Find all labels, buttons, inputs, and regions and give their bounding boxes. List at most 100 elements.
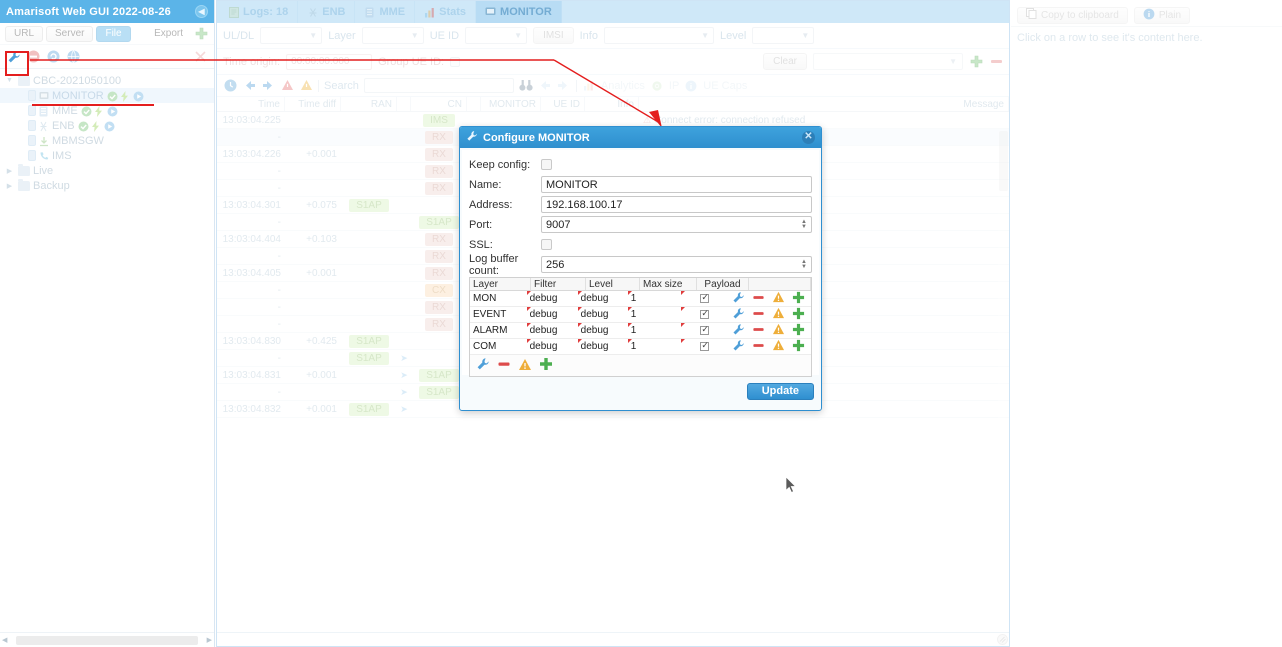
warning-icon[interactable] xyxy=(299,79,313,93)
grid-cell-layer[interactable]: ALARM xyxy=(470,323,527,338)
keep-config-checkbox[interactable] xyxy=(541,159,552,170)
update-button[interactable]: Update xyxy=(746,382,814,400)
chevron-left-icon[interactable]: ◀ xyxy=(195,5,208,18)
plus-icon[interactable] xyxy=(792,323,805,339)
minus-icon[interactable] xyxy=(497,357,511,374)
chart-icon[interactable] xyxy=(582,79,596,93)
grid-cell-filter[interactable]: debug xyxy=(526,323,578,338)
payload-checkbox[interactable] xyxy=(700,308,710,319)
minus-icon[interactable] xyxy=(26,49,41,64)
wrench-icon[interactable] xyxy=(6,49,21,64)
grid-cell-layer[interactable]: EVENT xyxy=(470,307,527,322)
grid-cell-maxsize[interactable]: 1 xyxy=(627,339,681,354)
grid-row[interactable]: COM debug debug 1 xyxy=(470,339,811,355)
time-origin-input[interactable]: 00:00:00.000 xyxy=(286,53,373,70)
tab-logs[interactable]: Logs: 18 xyxy=(219,1,299,23)
plain-button[interactable]: Plain xyxy=(1133,6,1191,24)
minus-icon[interactable] xyxy=(752,307,765,323)
refresh-icon[interactable] xyxy=(46,49,61,64)
address-input[interactable]: 192.168.100.17 xyxy=(541,196,812,213)
minus-icon[interactable] xyxy=(752,339,765,355)
log-buffer-count-input[interactable]: 256 ▲ ▼ xyxy=(541,256,812,273)
plus-icon[interactable] xyxy=(969,55,983,69)
payload-checkbox[interactable] xyxy=(700,340,710,351)
ssl-checkbox[interactable] xyxy=(541,239,552,250)
error-icon[interactable] xyxy=(280,79,294,93)
globe-icon[interactable] xyxy=(66,49,81,64)
grid-cell-payload[interactable] xyxy=(680,307,729,322)
info-icon[interactable] xyxy=(684,79,698,93)
minus-icon[interactable] xyxy=(752,291,765,307)
binoculars-icon[interactable] xyxy=(519,79,533,93)
scroll-left-arrow-icon[interactable]: ◀ xyxy=(2,636,7,644)
col-time[interactable]: Time xyxy=(217,97,285,111)
col-message[interactable]: Message xyxy=(639,97,1009,111)
dialog-title-bar[interactable]: Configure MONITOR ✕ xyxy=(460,127,821,148)
tree-item-backup[interactable]: ▶ Backup xyxy=(0,178,214,193)
wrench-icon[interactable] xyxy=(732,323,745,339)
chevron-right-icon[interactable]: ▶ xyxy=(4,167,15,175)
port-input[interactable]: 9007 ▲ ▼ xyxy=(541,216,812,233)
col-ueid[interactable]: UE ID xyxy=(541,97,585,111)
sidebar-horizontal-scrollbar[interactable]: ◀ ▶ xyxy=(0,632,214,647)
close-icon[interactable]: ✕ xyxy=(802,131,815,144)
warning-icon[interactable] xyxy=(518,358,532,374)
payload-checkbox[interactable] xyxy=(700,324,710,335)
imsi-button[interactable]: IMSI xyxy=(533,27,574,44)
tree-item-cbc[interactable]: ▼ CBC-2021050100 xyxy=(0,73,214,88)
plus-icon[interactable] xyxy=(792,291,805,307)
grid-cell-maxsize[interactable]: 1 xyxy=(627,307,681,322)
warning-icon[interactable] xyxy=(772,339,785,354)
tree-item-monitor[interactable]: MONITOR xyxy=(0,88,214,103)
filter-select-level[interactable]: ▼ xyxy=(752,27,815,44)
minus-icon[interactable] xyxy=(989,55,1003,69)
grid-cell-level[interactable]: debug xyxy=(577,291,628,306)
plus-icon[interactable] xyxy=(792,307,805,323)
minus-icon[interactable] xyxy=(752,323,765,339)
scroll-thumb[interactable] xyxy=(999,131,1008,191)
search-input[interactable] xyxy=(363,78,514,93)
grid-cell-maxsize[interactable]: 1 xyxy=(627,291,681,306)
source-url-button[interactable]: URL xyxy=(5,25,44,42)
warning-icon[interactable] xyxy=(772,291,785,306)
tab-enb[interactable]: ENB xyxy=(298,1,356,23)
tree-item-mbmsgw[interactable]: MBMSGW xyxy=(0,133,214,148)
wrench-icon[interactable] xyxy=(476,357,490,374)
warning-icon[interactable] xyxy=(772,323,785,338)
gear-icon[interactable] xyxy=(650,79,664,93)
copy-to-clipboard-button[interactable]: Copy to clipboard xyxy=(1017,6,1128,24)
grid-cell-layer[interactable]: MON xyxy=(470,291,527,306)
payload-checkbox[interactable] xyxy=(700,292,710,303)
wrench-icon[interactable] xyxy=(732,291,745,307)
plus-icon[interactable] xyxy=(194,26,209,41)
grid-row[interactable]: EVENT debug debug 1 xyxy=(470,307,811,323)
close-icon[interactable] xyxy=(193,49,208,64)
group-ueid-checkbox[interactable] xyxy=(450,56,461,67)
wrench-icon[interactable] xyxy=(732,307,745,323)
grid-cell-payload[interactable] xyxy=(680,291,729,306)
arrow-right-icon[interactable] xyxy=(261,79,275,93)
port-spinner[interactable]: ▲ ▼ xyxy=(801,219,807,230)
profile-select[interactable]: ▼ xyxy=(813,53,963,70)
nav-next-icon[interactable] xyxy=(557,79,571,93)
tree-item-ims[interactable]: IMS xyxy=(0,148,214,163)
filter-select-uldl[interactable]: ▼ xyxy=(260,27,323,44)
grid-cell-payload[interactable] xyxy=(680,339,729,354)
grid-cell-filter[interactable]: debug xyxy=(526,291,578,306)
col-monitor[interactable]: MONITOR xyxy=(481,97,541,111)
grid-cell-level[interactable]: debug xyxy=(577,323,628,338)
warning-icon[interactable] xyxy=(772,307,785,322)
grid-row[interactable]: MON debug debug 1 xyxy=(470,291,811,307)
grid-cell-level[interactable]: debug xyxy=(577,339,628,354)
filter-select-info[interactable]: ▼ xyxy=(603,27,714,44)
nav-prev-icon[interactable] xyxy=(538,79,552,93)
spinner-down-icon[interactable]: ▼ xyxy=(801,264,807,270)
name-input[interactable]: MONITOR xyxy=(541,176,812,193)
analytics-label[interactable]: Analytics xyxy=(601,80,645,92)
tab-monitor[interactable]: MONITOR xyxy=(476,1,562,23)
log-buffer-spinner[interactable]: ▲ ▼ xyxy=(801,259,807,270)
plus-icon[interactable] xyxy=(539,357,553,374)
source-server-button[interactable]: Server xyxy=(46,25,94,42)
resize-handle[interactable] xyxy=(997,634,1008,645)
col-timediff[interactable]: Time diff xyxy=(285,97,341,111)
